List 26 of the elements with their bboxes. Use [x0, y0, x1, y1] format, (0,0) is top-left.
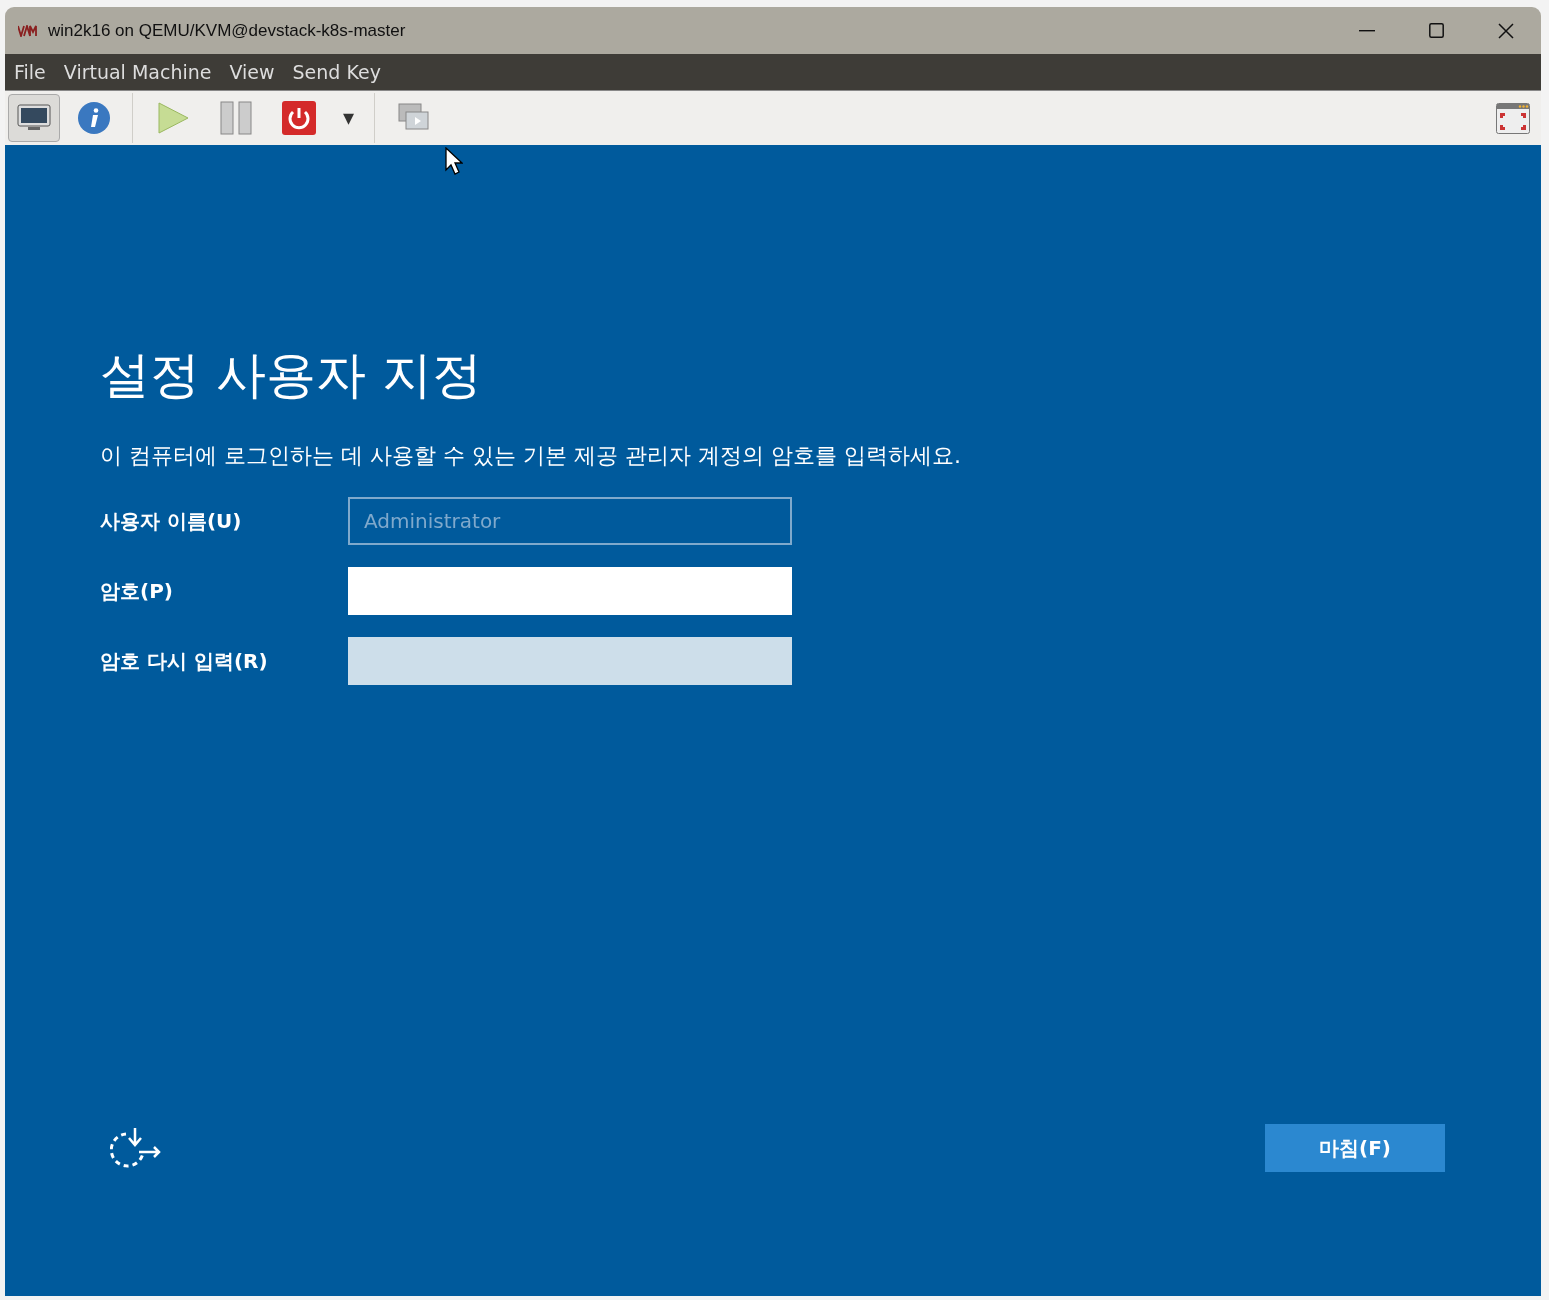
- fullscreen-icon[interactable]: [1496, 102, 1530, 134]
- field-label: 암호(P): [100, 577, 174, 605]
- app-logo-icon: [18, 24, 40, 37]
- description-text: 이 컴퓨터에 로그인하는 데 사용할 수 있는 기본 제공 관리자 계정의 암호를 입력하세요.: [100, 442, 962, 470]
- page-heading: 설정 사용자 지정: [100, 345, 483, 405]
- menu-item[interactable]: File: [14, 61, 46, 83]
- mouse-cursor-icon: [445, 147, 463, 175]
- password-field[interactable]: [348, 637, 792, 685]
- menu-item[interactable]: Virtual Machine: [63, 61, 212, 83]
- menu-item[interactable]: Send Key: [292, 61, 381, 83]
- accessibility-icon[interactable]: [110, 1126, 162, 1170]
- power-menu-button[interactable]: ▾: [335, 105, 362, 131]
- monitor-icon: [17, 104, 51, 132]
- minimize-icon[interactable]: [1359, 29, 1375, 32]
- finish-button[interactable]: 마침(F): [1265, 1124, 1445, 1172]
- window-title: win2k16 on QEMU/KVM@devstack-k8s-master: [48, 20, 406, 41]
- monitor-button[interactable]: [8, 94, 60, 142]
- info-icon: [77, 101, 111, 135]
- field-label: 사용자 이름(U): [100, 507, 243, 535]
- power-icon[interactable]: [282, 101, 316, 135]
- screens-icon[interactable]: [398, 103, 430, 133]
- password-field[interactable]: [348, 567, 792, 615]
- maximize-icon[interactable]: [1429, 23, 1444, 38]
- menu-item[interactable]: View: [229, 61, 275, 83]
- close-icon[interactable]: [1498, 22, 1514, 39]
- field-label: 암호 다시 입력(R): [100, 647, 269, 675]
